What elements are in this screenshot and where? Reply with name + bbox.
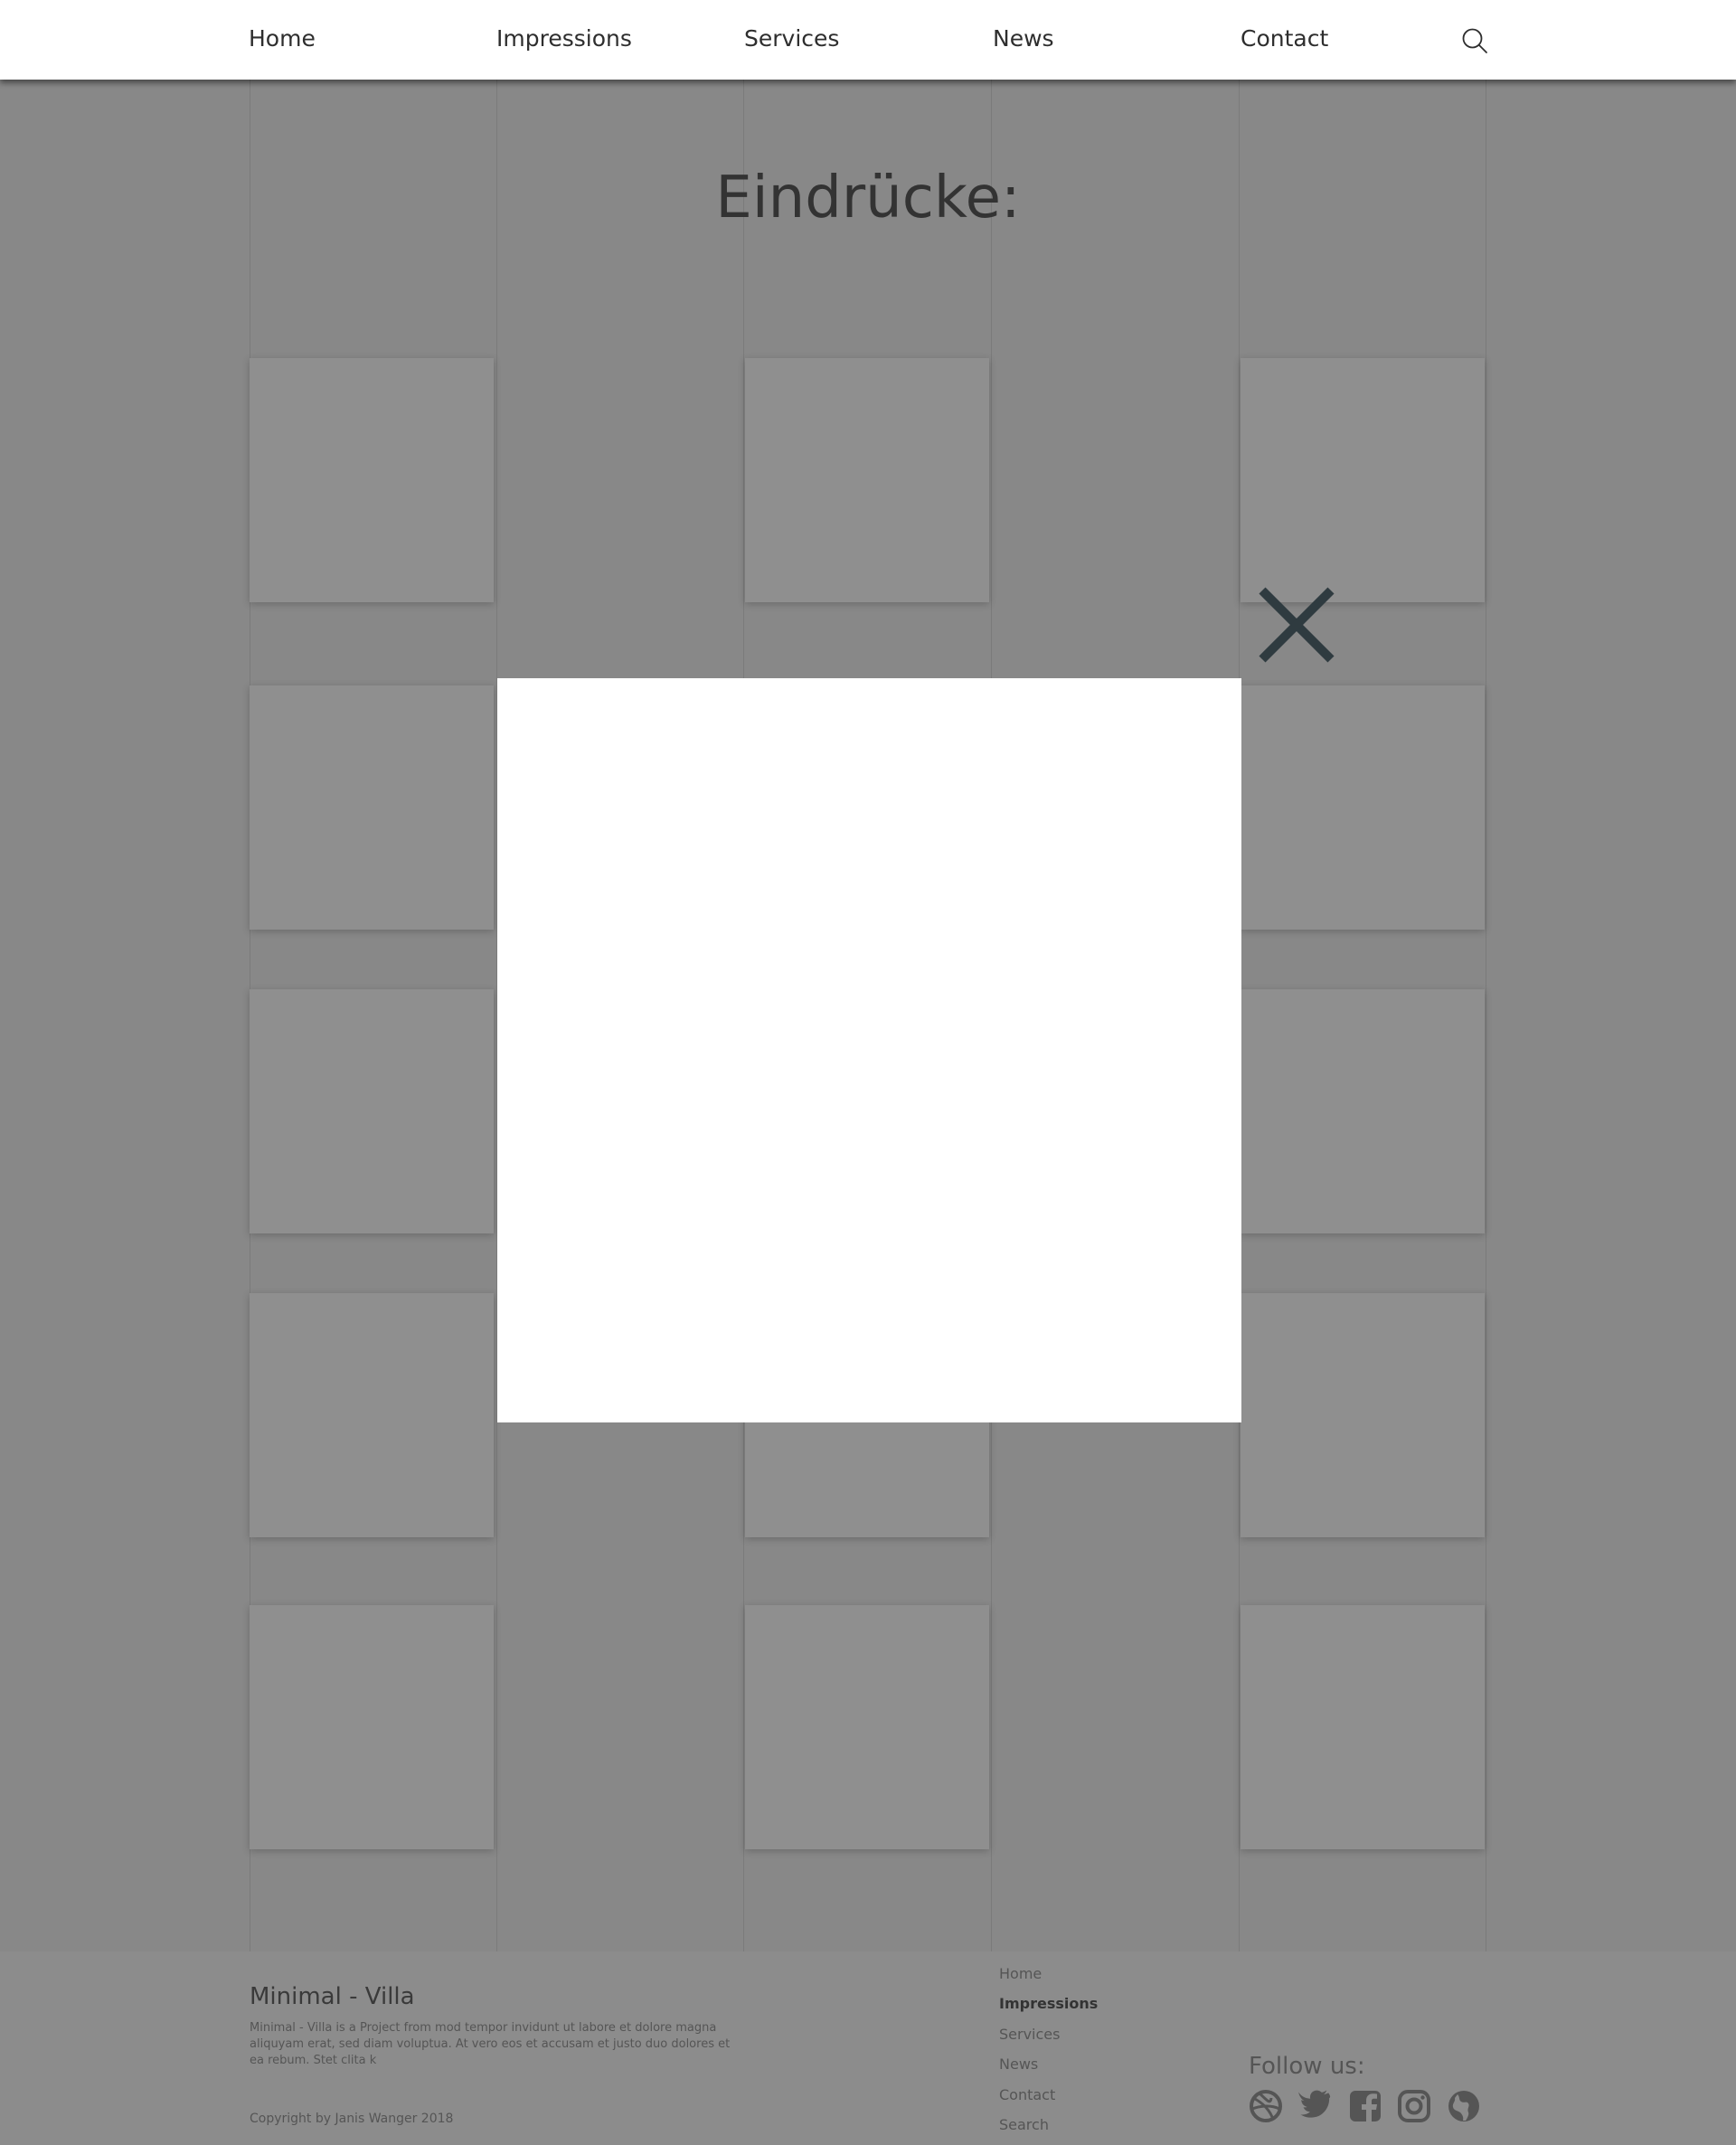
- footer-link-home[interactable]: Home: [999, 1964, 1042, 1984]
- footer-link-search[interactable]: Search: [999, 2115, 1049, 2135]
- gallery-tile[interactable]: [250, 685, 494, 930]
- gallery-tile[interactable]: [1241, 1605, 1485, 1849]
- footer-description: Minimal - Villa is a Project from mod te…: [250, 2021, 731, 2067]
- gallery-tile[interactable]: [745, 1605, 989, 1849]
- twitter-icon[interactable]: [1298, 2089, 1333, 2123]
- gallery-tile[interactable]: [1241, 1293, 1485, 1537]
- facebook-icon[interactable]: [1348, 2089, 1382, 2123]
- search-icon[interactable]: [1461, 27, 1488, 54]
- nav-item-contact[interactable]: Contact: [1241, 24, 1328, 54]
- close-icon[interactable]: [1255, 583, 1338, 666]
- gallery-tile[interactable]: [250, 1293, 494, 1537]
- page-title: Eindrücke:: [715, 165, 1021, 232]
- nav-item-news[interactable]: News: [993, 24, 1054, 54]
- gallery-tile[interactable]: [250, 989, 494, 1233]
- lightbox-image: [497, 678, 1241, 1422]
- gallery-tile[interactable]: [1241, 685, 1485, 930]
- top-navigation: Home Impressions Services News Contact: [0, 0, 1736, 80]
- copyright: Copyright by Janis Wanger 2018: [250, 2112, 454, 2126]
- footer-link-impressions[interactable]: Impressions: [999, 1994, 1098, 2014]
- footer-link-contact[interactable]: Contact: [999, 2085, 1055, 2105]
- gallery-tile[interactable]: [250, 1605, 494, 1849]
- gallery-tile[interactable]: [250, 358, 494, 602]
- page: Home Impressions Services News Contact E…: [0, 0, 1736, 2145]
- nav-item-impressions[interactable]: Impressions: [496, 24, 632, 54]
- globe-icon[interactable]: [1447, 2089, 1481, 2123]
- nav-item-services[interactable]: Services: [744, 24, 839, 54]
- footer: Minimal - Villa Minimal - Villa is a Pro…: [0, 1951, 1736, 2145]
- instagram-icon[interactable]: [1397, 2089, 1431, 2123]
- gallery-tile[interactable]: [1241, 358, 1485, 602]
- gallery-tile[interactable]: [1241, 989, 1485, 1233]
- footer-link-news[interactable]: News: [999, 2055, 1038, 2074]
- gallery-tile[interactable]: [745, 358, 989, 602]
- nav-item-home[interactable]: Home: [249, 24, 316, 54]
- follow-us-label: Follow us:: [1249, 2053, 1365, 2080]
- footer-title: Minimal - Villa: [250, 1983, 415, 2010]
- dribbble-icon[interactable]: [1249, 2089, 1283, 2123]
- footer-link-services[interactable]: Services: [999, 2025, 1060, 2045]
